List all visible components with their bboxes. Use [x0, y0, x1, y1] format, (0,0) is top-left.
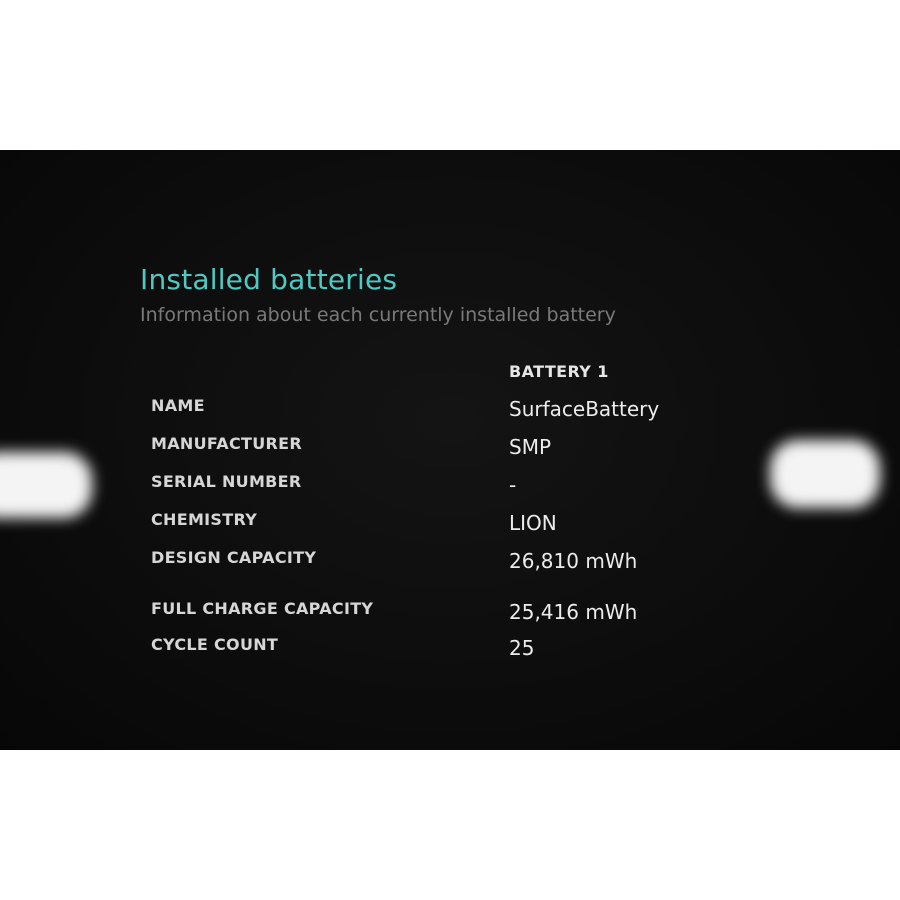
table-row-full-charge-capacity: FULL CHARGE CAPACITY 25,416 mWh	[151, 599, 751, 629]
row-value: LION	[509, 511, 557, 535]
row-value: SurfaceBattery	[509, 397, 660, 421]
row-value: 26,810 mWh	[509, 549, 638, 573]
section-subtitle: Information about each currently install…	[140, 304, 616, 326]
row-label: FULL CHARGE CAPACITY	[151, 599, 374, 618]
battery-report-section: Installed batteries Information about ea…	[140, 262, 760, 660]
row-label: DESIGN CAPACITY	[151, 548, 317, 567]
row-value: -	[509, 473, 517, 497]
table-row-manufacturer: MANUFACTURER SMP	[151, 434, 751, 464]
section-title: Installed batteries	[140, 263, 398, 296]
row-label: MANUFACTURER	[151, 434, 302, 453]
table-row-chemistry: CHEMISTRY LION	[151, 510, 751, 540]
row-value: 25	[509, 636, 535, 660]
table-row-serial-number: SERIAL NUMBER -	[151, 472, 751, 502]
light-glare-left	[0, 452, 92, 518]
table-row-name: NAME SurfaceBattery	[151, 396, 751, 426]
display-screen: Installed batteries Information about ea…	[0, 150, 900, 750]
row-label: SERIAL NUMBER	[151, 472, 302, 491]
battery-column-header: BATTERY 1	[509, 362, 609, 381]
light-glare-right	[770, 440, 880, 508]
photo-frame: Installed batteries Information about ea…	[0, 0, 900, 900]
row-value: 25,416 mWh	[509, 600, 638, 624]
table-row-design-capacity: DESIGN CAPACITY 26,810 mWh	[151, 548, 751, 578]
row-label: CYCLE COUNT	[151, 635, 279, 654]
row-label: NAME	[151, 396, 205, 415]
row-label: CHEMISTRY	[151, 510, 258, 529]
table-row-cycle-count: CYCLE COUNT 25	[151, 635, 751, 665]
row-value: SMP	[509, 435, 552, 459]
